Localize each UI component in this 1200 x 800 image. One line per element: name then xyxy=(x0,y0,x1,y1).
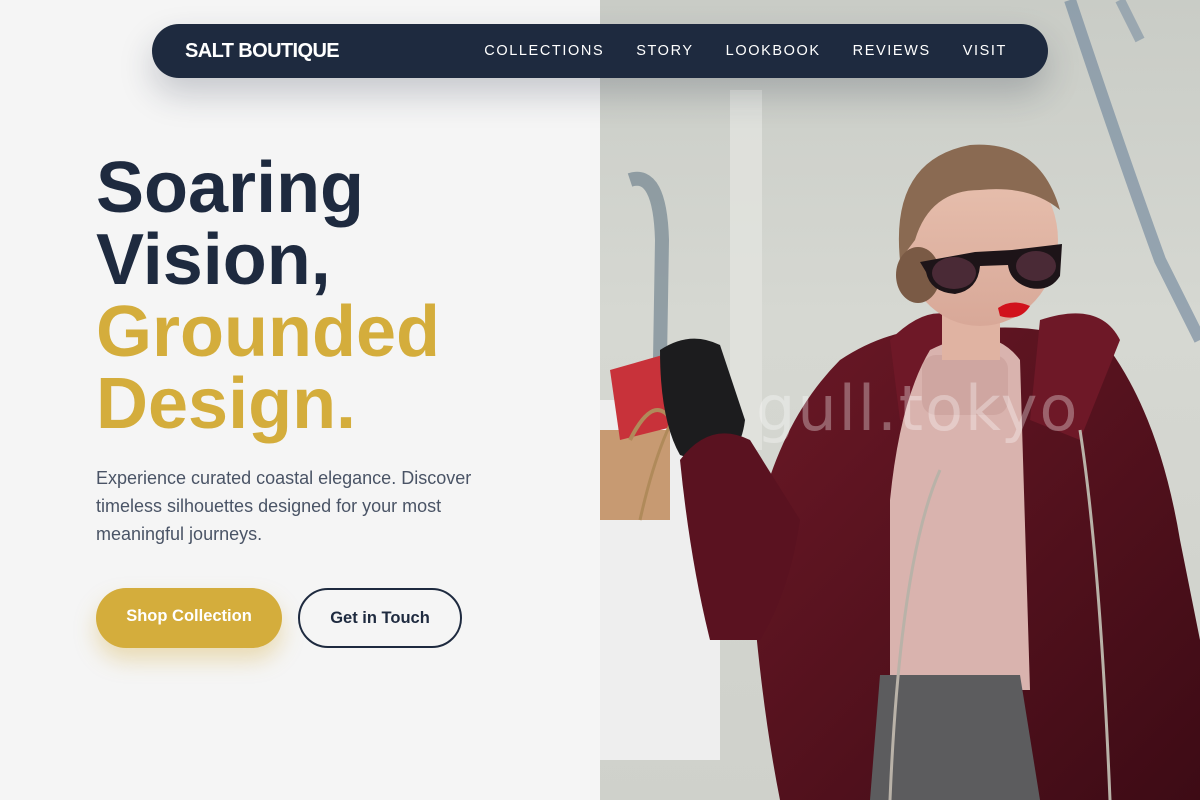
nav-link-story[interactable]: STORY xyxy=(636,43,693,59)
headline-line-2: Vision, xyxy=(96,220,331,300)
headline-line-4: Design. xyxy=(96,364,357,444)
headline-line-3: Grounded xyxy=(96,292,440,372)
get-in-touch-button[interactable]: Get in Touch xyxy=(298,588,462,648)
watermark-text: gull.tokyo xyxy=(756,372,1080,445)
nav-links: COLLECTIONS STORY LOOKBOOK REVIEWS VISIT xyxy=(484,43,1007,59)
shop-collection-button[interactable]: Shop Collection xyxy=(96,588,282,648)
headline-line-1: Soaring xyxy=(96,148,365,228)
top-navbar: SALT BOUTIQUE COLLECTIONS STORY LOOKBOOK… xyxy=(152,24,1048,78)
brand-logo[interactable]: SALT BOUTIQUE xyxy=(185,40,340,63)
nav-link-lookbook[interactable]: LOOKBOOK xyxy=(726,43,821,59)
hero-photo: gull.tokyo xyxy=(600,0,1200,800)
hero-description: Experience curated coastal elegance. Dis… xyxy=(96,468,472,544)
nav-link-reviews[interactable]: REVIEWS xyxy=(853,43,931,59)
hero-headline: Soaring Vision, Grounded Design. xyxy=(96,152,440,440)
nav-link-visit[interactable]: VISIT xyxy=(963,43,1007,59)
nav-link-collections[interactable]: COLLECTIONS xyxy=(484,43,604,59)
